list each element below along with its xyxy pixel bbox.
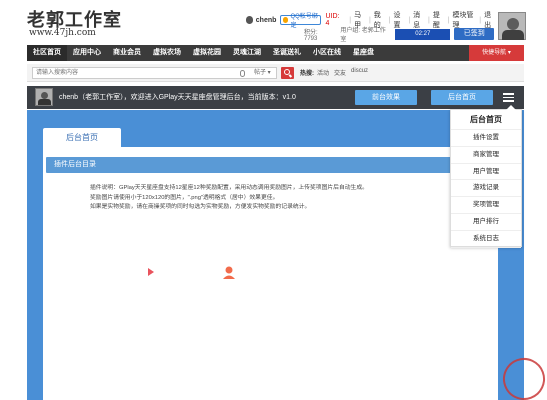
tile-label: 未发放记录 — [132, 298, 167, 305]
tile-label: 游戏记录 — [135, 376, 164, 383]
quick-nav-label: 快捷导航 — [482, 50, 507, 56]
nav-item-farm[interactable]: 虚拟农场 — [147, 45, 187, 61]
joystick-icon — [379, 263, 395, 282]
hot-search-link[interactable]: 交友 — [334, 68, 346, 77]
desc-line: 插件说明：GPlay天天星座盘支持12星座12种奖励配置，采用动态调用奖励图片，… — [90, 185, 368, 191]
tile-label: 奖项管理 — [214, 376, 243, 383]
username-link[interactable]: chenb — [256, 17, 277, 24]
tile-label: 系统日志 — [293, 376, 322, 383]
menu-item-prize-management[interactable]: 奖项管理 — [451, 197, 521, 214]
signin-button[interactable]: 已签到 — [454, 28, 494, 40]
admin-avatar — [35, 88, 53, 106]
content-panel: 插件后台目录 插件说明：GPlay天天星座盘支持12星座12种奖励配置，采用动态… — [43, 147, 498, 400]
nav-item-home[interactable]: 社区首页 — [27, 45, 67, 61]
user-link-messages[interactable]: 消息 — [413, 10, 425, 30]
admin-dropdown-menu: 后台首页 插件设置 商家管理 用户管理 游戏记录 奖项管理 用户排行 系统日志 — [450, 105, 522, 248]
credits-text[interactable]: 积分: 7793 — [304, 27, 332, 42]
tile-label: 用户排行 — [293, 298, 322, 305]
menu-item-user-management[interactable]: 用户管理 — [451, 164, 521, 181]
menu-item-merchant-management[interactable]: 商家管理 — [451, 147, 521, 164]
desc-line: 奖励图片请使用小于120x120的图片，".png"透明格式（居中）效果更佳。 — [90, 194, 279, 201]
usergroup-text[interactable]: 用户组: 老郭工作室 — [340, 25, 391, 43]
search-box: 帖子 ▾ — [32, 67, 277, 79]
search-scope-select[interactable]: 帖子 ▾ — [254, 68, 271, 78]
search-button[interactable] — [281, 67, 294, 79]
nav-item-jianghu[interactable]: 灵魂江湖 — [227, 45, 267, 61]
nav-item-community[interactable]: 小区在线 — [307, 45, 347, 61]
plugin-description: 插件说明：GPlay天天星座盘支持12星座12种奖励配置，采用动态调用奖励图片，… — [90, 184, 460, 213]
user-link-logout[interactable]: 退出 — [484, 10, 496, 30]
search-input[interactable] — [36, 68, 226, 78]
qq-icon — [283, 17, 289, 23]
tile-user-ranking[interactable]: 用户排行 — [276, 250, 339, 313]
tile-label: 商家管理 — [372, 298, 401, 305]
chart-icon — [298, 263, 318, 281]
admin-bar: chenb（老郭工作室），欢迎进入GPlay天天星座盘管理后台，当前版本：v1.… — [27, 86, 524, 109]
logo-url: www.47jh.com — [29, 28, 96, 38]
nav-item-apps[interactable]: 应用中心 — [67, 45, 107, 61]
tile-user-management[interactable]: 用户管理 — [197, 250, 260, 313]
menu-item-system-log[interactable]: 系统日志 — [451, 231, 521, 248]
tile-merchant-management[interactable]: 商家管理 — [355, 250, 418, 313]
qq-bind-button[interactable]: QQ帐号绑定 — [280, 14, 322, 29]
frontend-effect-button[interactable]: 前台效果 — [355, 90, 417, 105]
site-logo[interactable]: 老郭工作室 www.47jh.com — [27, 6, 137, 40]
hot-search-label: 热搜: — [300, 71, 314, 77]
nav-item-zodiac[interactable]: 星座盘 — [347, 45, 380, 61]
tile-plugin-settings[interactable]: 插件设置 — [355, 328, 418, 391]
tile-label: 用户管理 — [214, 298, 243, 305]
user-stats: 积分: 7793 用户组: 老郭工作室 02:27 已签到 — [304, 25, 494, 43]
backend-home-button[interactable]: 后台首页 — [431, 90, 493, 105]
tile-game-records[interactable]: 游戏记录 — [118, 328, 181, 391]
nav-item-garden[interactable]: 虚拟花园 — [187, 45, 227, 61]
hot-searches: 热搜: 活动 交友 discuz — [300, 68, 373, 77]
tab-backend-home[interactable]: 后台首页 — [43, 128, 121, 147]
site-header: 老郭工作室 www.47jh.com chenb QQ帐号绑定 UID: 4 |… — [0, 0, 547, 44]
notebook-icon — [142, 341, 158, 359]
search-scope-label: 帖子 — [254, 70, 267, 76]
clock-display: 02:27 — [395, 28, 451, 40]
user-link-modules[interactable]: 模块管理 — [453, 10, 477, 30]
play-icon — [141, 263, 159, 281]
nav-item-christmas[interactable]: 圣诞送礼 — [267, 45, 307, 61]
mic-icon[interactable] — [240, 70, 245, 77]
nav-item-vip[interactable]: 商业会员 — [107, 45, 147, 61]
menu-item-backend-home[interactable]: 后台首页 — [451, 110, 521, 130]
monitor-icon — [299, 342, 317, 359]
menu-item-game-records[interactable]: 游戏记录 — [451, 180, 521, 198]
avatar[interactable] — [498, 12, 526, 40]
tile-unissued-records[interactable]: 未发放记录 — [118, 250, 181, 313]
menu-item-plugin-settings[interactable]: 插件设置 — [451, 130, 521, 147]
main-nav: 社区首页 应用中心 商业会员 虚拟农场 虚拟花园 灵魂江湖 圣诞送礼 小区在线 … — [27, 45, 524, 61]
user-icon — [220, 263, 238, 281]
tile-system-log[interactable]: 系统日志 — [276, 328, 339, 391]
welcome-text: chenb（老郭工作室），欢迎进入GPlay天天星座盘管理后台，当前版本：v1.… — [59, 94, 296, 101]
search-bar: 帖子 ▾ 热搜: 活动 交友 discuz — [27, 64, 524, 82]
user-link-reminders[interactable]: 提醒 — [433, 10, 445, 30]
quick-nav-button[interactable]: 快捷导航 ▾ — [469, 45, 524, 61]
user-icon — [246, 16, 253, 24]
panel-title: 插件后台目录 — [46, 157, 495, 173]
user-link-settings[interactable]: 设置 — [393, 10, 405, 30]
tile-label: 插件设置 — [372, 376, 401, 383]
gears-icon — [378, 341, 396, 358]
hot-search-link[interactable]: discuz — [351, 68, 368, 77]
hot-search-link[interactable]: 活动 — [317, 68, 329, 77]
cart-icon — [220, 342, 239, 359]
desc-line: 如果是实物奖励，请在商操奖项的同时勾选为实物奖励，方便发实物奖励的记录统计。 — [90, 204, 311, 210]
tile-prize-management[interactable]: 奖项管理 — [197, 328, 260, 391]
menu-item-user-ranking[interactable]: 用户排行 — [451, 214, 521, 231]
hamburger-menu-icon[interactable] — [503, 93, 514, 102]
